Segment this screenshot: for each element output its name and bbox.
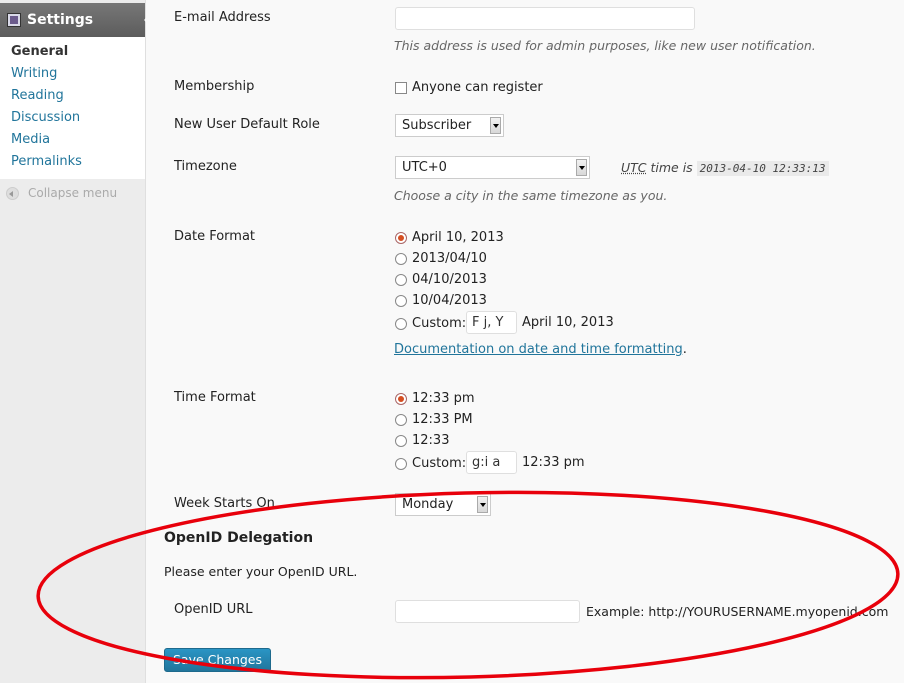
time-format-option-label: 12:33 PM [412, 412, 473, 427]
timezone-select[interactable]: UTC+0 [395, 156, 590, 179]
date-format-custom-label: Custom: [412, 316, 467, 331]
settings-icon [7, 13, 21, 27]
save-changes-button[interactable]: Save Changes [164, 648, 271, 672]
date-time-doc-link[interactable]: Documentation on date and time formattin… [394, 342, 683, 357]
settings-submenu: General Writing Reading Discussion Media… [0, 37, 145, 179]
openid-section-heading: OpenID Delegation [164, 530, 314, 546]
date-format-radio[interactable] [395, 295, 407, 307]
dropdown-arrow-icon [477, 496, 488, 513]
date-format-custom-radio[interactable] [395, 318, 407, 330]
submenu-item-media[interactable]: Media [0, 129, 145, 151]
time-format-option-label: 12:33 pm [412, 391, 475, 406]
time-format-radio[interactable] [395, 414, 407, 426]
email-description: This address is used for admin purposes,… [394, 38, 816, 53]
date-format-option-label: 10/04/2013 [412, 293, 487, 308]
date-format-option-label: 04/10/2013 [412, 272, 487, 287]
settings-menu-header[interactable]: Settings [0, 3, 152, 37]
date-doc-line: Documentation on date and time formattin… [394, 342, 687, 357]
collapse-arrow-icon [6, 187, 19, 200]
date-format-radio[interactable] [395, 253, 407, 265]
time-format-custom-label: Custom: [412, 456, 467, 471]
time-format-custom-input[interactable] [466, 451, 517, 474]
utc-time-info: UTC time is 2013-04-10 12:33:13 [621, 160, 829, 176]
timezone-description: Choose a city in the same timezone as yo… [394, 188, 668, 203]
default-role-label: New User Default Role [174, 117, 320, 132]
timezone-value: UTC+0 [402, 160, 447, 175]
email-input[interactable] [395, 7, 695, 30]
submenu-item-permalinks[interactable]: Permalinks [0, 151, 145, 173]
time-format-preview: 12:33 pm [522, 455, 585, 470]
week-starts-select[interactable]: Monday [395, 493, 491, 516]
collapse-menu-label: Collapse menu [28, 186, 118, 200]
submenu-item-writing[interactable]: Writing [0, 63, 145, 85]
dropdown-arrow-icon [490, 117, 501, 134]
date-format-label: Date Format [174, 229, 256, 244]
submenu-item-general[interactable]: General [0, 41, 145, 63]
week-starts-value: Monday [402, 497, 454, 512]
submenu-item-discussion[interactable]: Discussion [0, 107, 145, 129]
email-label: E-mail Address [174, 10, 271, 25]
date-format-preview: April 10, 2013 [522, 315, 614, 330]
openid-intro-text: Please enter your OpenID URL. [164, 564, 358, 579]
date-format-radio[interactable] [395, 232, 407, 244]
dropdown-arrow-icon [576, 159, 587, 176]
time-format-custom-radio[interactable] [395, 458, 407, 470]
submenu-item-reading[interactable]: Reading [0, 85, 145, 107]
openid-url-input[interactable] [395, 600, 580, 623]
utc-time-value: 2013-04-10 12:33:13 [696, 161, 829, 176]
utc-abbr: UTC [621, 160, 647, 175]
time-format-label: Time Format [174, 390, 256, 405]
collapse-menu-button[interactable]: Collapse menu [0, 183, 145, 205]
current-menu-arrow [144, 12, 152, 28]
openid-example-text: Example: http://YOURUSERNAME.myopenid.co… [586, 604, 889, 619]
date-format-option-label: April 10, 2013 [412, 230, 504, 245]
date-format-radio[interactable] [395, 274, 407, 286]
timezone-label: Timezone [174, 159, 237, 174]
date-format-option-label: 2013/04/10 [412, 251, 487, 266]
date-format-custom-input[interactable] [466, 311, 517, 334]
doc-link-suffix: . [682, 342, 687, 357]
anyone-can-register-label: Anyone can register [412, 80, 543, 95]
time-format-radio[interactable] [395, 435, 407, 447]
anyone-can-register-checkbox[interactable] [395, 82, 407, 94]
utc-time-text: time is [646, 160, 697, 175]
default-role-value: Subscriber [402, 118, 472, 133]
time-format-radio[interactable] [395, 393, 407, 405]
settings-menu-title: Settings [27, 12, 94, 28]
week-starts-label: Week Starts On [174, 496, 275, 511]
membership-label: Membership [174, 79, 255, 94]
openid-url-label: OpenID URL [174, 602, 253, 617]
admin-sidebar: Settings General Writing Reading Discuss… [0, 0, 152, 683]
default-role-select[interactable]: Subscriber [395, 114, 504, 137]
time-format-option-label: 12:33 [412, 433, 450, 448]
